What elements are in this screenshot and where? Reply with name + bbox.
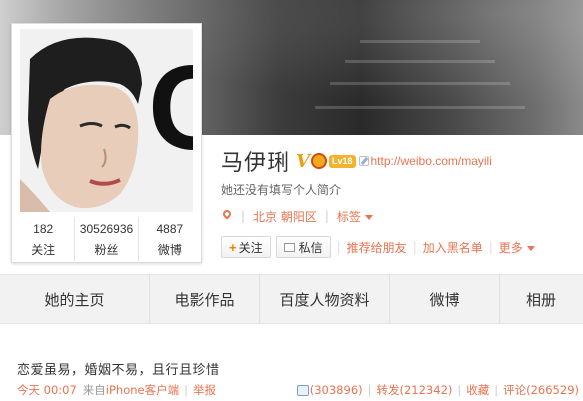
post-source-link[interactable]: iPhone客户端 — [106, 382, 179, 398]
profile-url-link[interactable]: http://weibo.com/mayili — [371, 154, 492, 168]
vip-icon[interactable] — [310, 153, 327, 169]
avatar-photo: C — [20, 29, 193, 212]
tab-films[interactable]: 电影作品 — [150, 275, 260, 323]
stat-weibo-label: 微博 — [157, 243, 182, 257]
profile-name: 马伊琍 — [221, 151, 291, 176]
avatar-letter: C — [148, 41, 193, 175]
like-count[interactable]: (303896) — [310, 383, 363, 397]
verified-icon[interactable]: V — [296, 151, 310, 172]
tags-dropdown[interactable]: 标签 — [337, 208, 373, 225]
favorite-link[interactable]: 收藏 — [466, 382, 489, 398]
more-dropdown[interactable]: 更多 — [499, 239, 535, 256]
post-from-label: 来自 — [82, 383, 106, 397]
divider: | — [336, 240, 341, 254]
blacklist-link[interactable]: 加入黑名单 — [423, 239, 483, 256]
divider: | — [324, 209, 329, 223]
report-link[interactable]: 举报 — [193, 382, 216, 398]
divider: | — [367, 383, 372, 397]
post-time-link[interactable]: 今天 00:07 — [17, 382, 77, 398]
profile-page: C 182 关注 30526936 粉丝 4887 微博 马伊琍 V Lv18 … — [0, 0, 583, 401]
follow-label: 关注 — [238, 240, 263, 255]
stat-followers-label: 粉丝 — [94, 243, 119, 257]
chevron-down-icon — [526, 245, 535, 251]
divider: | — [457, 383, 462, 397]
envelope-icon — [283, 242, 295, 252]
stat-following[interactable]: 182 关注 — [12, 217, 76, 261]
profile-bio: 她还没有填写个人简介 — [221, 183, 342, 197]
profile-name-row: 马伊琍 V Lv18 http://weibo.com/mayili — [221, 145, 492, 177]
avatar[interactable]: C — [20, 29, 193, 212]
profile-card: C 182 关注 30526936 粉丝 4887 微博 — [11, 23, 202, 263]
tab-baidu-bio[interactable]: 百度人物资料 — [260, 275, 390, 323]
profile-actions: + 关注 私信 | 推荐给朋友 | 加入黑名单 | 更多 — [221, 236, 535, 258]
divider: | — [184, 383, 188, 397]
location-pin-icon — [221, 210, 233, 222]
divider: | — [488, 240, 493, 254]
tab-home[interactable]: 她的主页 — [0, 275, 150, 323]
divider: | — [494, 383, 499, 397]
tab-album[interactable]: 相册 — [500, 275, 583, 323]
location-row: | 北京 朝阳区 | 标签 — [221, 207, 373, 225]
tags-label: 标签 — [336, 209, 361, 224]
stat-weibo-count: 4887 — [156, 222, 184, 236]
follow-button[interactable]: + 关注 — [221, 236, 271, 258]
repost-link[interactable]: 转发(212342) — [377, 382, 453, 398]
location-link[interactable]: 北京 朝阳区 — [253, 208, 317, 225]
stat-following-label: 关注 — [31, 243, 56, 257]
comment-link[interactable]: 评论(266529) — [503, 382, 579, 398]
post-text: 恋爱虽易，婚姻不易，且行且珍惜 — [17, 363, 220, 378]
message-label: 私信 — [298, 240, 323, 255]
chevron-down-icon — [364, 214, 373, 220]
stat-followers-count: 30526936 — [79, 222, 134, 236]
post-actions: (303896) | 转发(212342) | 收藏 | 评论(266529) — [296, 382, 579, 398]
message-button[interactable]: 私信 — [275, 236, 331, 258]
profile-stats: 182 关注 30526936 粉丝 4887 微博 — [12, 217, 201, 261]
profile-tabs: 她的主页 电影作品 百度人物资料 微博 相册 — [0, 274, 583, 324]
divider: | — [412, 240, 417, 254]
link-icon — [358, 156, 369, 166]
tab-weibo[interactable]: 微博 — [390, 275, 500, 323]
post-meta: 今天 00:07 来自 iPhone客户端 | 举报 — [17, 382, 216, 398]
stat-followers[interactable]: 30526936 粉丝 — [75, 217, 139, 261]
thumbs-up-icon[interactable] — [296, 384, 309, 396]
stat-weibo[interactable]: 4887 微博 — [139, 217, 201, 261]
stat-following-count: 182 — [33, 222, 54, 236]
level-badge[interactable]: Lv18 — [328, 154, 356, 168]
recommend-link[interactable]: 推荐给朋友 — [347, 239, 407, 256]
divider: | — [241, 209, 246, 223]
more-label: 更多 — [498, 240, 523, 255]
plus-icon: + — [229, 239, 237, 255]
